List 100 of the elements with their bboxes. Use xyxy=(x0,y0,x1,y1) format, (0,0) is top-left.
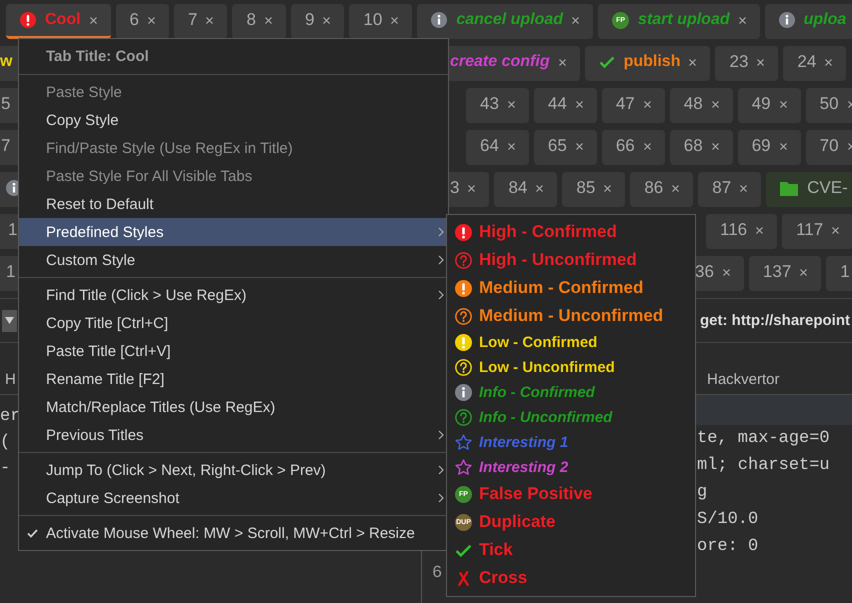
code-text: ( xyxy=(0,433,10,452)
menu-item[interactable]: Activate Mouse Wheel: MW > Scroll, MW+Ctrl > Resize xyxy=(19,519,448,547)
menu-item[interactable]: Tick xyxy=(447,536,695,564)
menu-item[interactable]: Low - Confirmed xyxy=(447,330,695,355)
tab[interactable]: 6 xyxy=(116,4,170,39)
folder-icon xyxy=(780,180,798,196)
close-icon[interactable] xyxy=(672,184,680,192)
menu-item[interactable]: Info - Confirmed xyxy=(447,380,695,405)
tab[interactable]: 23 xyxy=(715,46,778,81)
menu-item[interactable]: Cross xyxy=(447,564,695,592)
menu-item[interactable]: Match/Replace Titles (Use RegEx) xyxy=(19,393,448,421)
close-icon[interactable] xyxy=(536,184,544,192)
code-line: S/10.0 xyxy=(697,510,758,529)
tab[interactable]: 10 xyxy=(349,4,412,39)
tab[interactable]: 1 xyxy=(826,256,852,291)
code-line: ml; charset=u xyxy=(697,456,830,475)
menu-item[interactable]: Info - Unconfirmed xyxy=(447,405,695,430)
info-icon xyxy=(431,12,448,28)
close-icon[interactable] xyxy=(572,16,580,24)
tab[interactable]: 47 xyxy=(602,88,665,123)
menu-item[interactable]: High - Confirmed xyxy=(447,218,695,246)
menu-item[interactable]: Paste Title [Ctrl+V] xyxy=(19,337,448,365)
menu-item[interactable]: Interesting 1 xyxy=(447,430,695,455)
menu-item[interactable]: Jump To (Click > Next, Right-Click > Prev) xyxy=(19,456,448,484)
close-icon[interactable] xyxy=(576,100,583,108)
menu-item[interactable]: Copy Title [Ctrl+C] xyxy=(19,309,448,337)
close-icon[interactable] xyxy=(206,16,214,24)
tab[interactable]: 87 xyxy=(698,172,762,207)
tab[interactable]: 43 xyxy=(466,88,529,123)
dropdown-button[interactable] xyxy=(2,310,17,332)
tab[interactable]: 50 xyxy=(806,88,852,123)
tab[interactable]: 24 xyxy=(783,46,846,81)
tab[interactable]: 116 xyxy=(706,214,778,249)
tab[interactable]: 8 xyxy=(232,4,286,39)
editor-tab[interactable]: Hackvertor xyxy=(707,371,780,388)
tab[interactable]: 44 xyxy=(534,88,597,123)
code-line: g xyxy=(697,483,708,502)
info-icon xyxy=(455,384,472,401)
close-icon[interactable] xyxy=(90,16,97,24)
close-icon[interactable] xyxy=(712,100,719,108)
tab[interactable]: publish xyxy=(584,46,710,81)
close-icon[interactable] xyxy=(508,142,515,150)
star-icon xyxy=(455,434,472,451)
tab[interactable]: 84 xyxy=(494,172,558,207)
close-icon[interactable] xyxy=(740,184,748,192)
tab[interactable]: 68 xyxy=(670,130,733,165)
target-label: get: http://sharepoint xyxy=(700,312,850,329)
menu-item[interactable]: Capture Screenshot xyxy=(19,484,448,512)
menu-item[interactable]: Predefined Styles xyxy=(19,218,448,246)
tab[interactable]: 117 xyxy=(782,214,852,249)
tab[interactable]: 7 xyxy=(174,4,228,39)
tab[interactable]: Cool xyxy=(6,4,111,39)
menu-item[interactable]: Copy Style xyxy=(19,106,448,134)
close-icon[interactable] xyxy=(148,16,156,24)
close-icon[interactable] xyxy=(832,226,840,234)
close-icon[interactable] xyxy=(644,142,651,150)
close-icon[interactable] xyxy=(576,142,583,150)
close-icon[interactable] xyxy=(738,16,746,24)
menu-item[interactable]: Interesting 2 xyxy=(447,455,695,480)
menu-item[interactable]: Low - Unconfirmed xyxy=(447,355,695,380)
close-icon[interactable] xyxy=(757,58,764,66)
close-icon[interactable] xyxy=(323,16,330,24)
close-icon[interactable] xyxy=(558,58,566,66)
tab[interactable]: uploa xyxy=(764,4,852,39)
caret-icon xyxy=(5,317,14,324)
close-icon[interactable] xyxy=(800,268,808,276)
tab[interactable]: 65 xyxy=(534,130,597,165)
menu-item[interactable]: Find Title (Click > Use RegEx) xyxy=(19,281,448,309)
close-icon[interactable] xyxy=(780,142,787,150)
menu-item[interactable]: Custom Style xyxy=(19,246,448,274)
close-icon[interactable] xyxy=(604,184,612,192)
tab[interactable]: 85 xyxy=(562,172,626,207)
close-icon[interactable] xyxy=(712,142,719,150)
close-icon[interactable] xyxy=(825,58,832,66)
alert-icon xyxy=(20,12,36,28)
close-icon[interactable] xyxy=(508,100,515,108)
tab[interactable]: cancel upload xyxy=(417,4,594,39)
close-icon[interactable] xyxy=(391,16,398,24)
close-icon[interactable] xyxy=(756,226,764,234)
tab[interactable]: 86 xyxy=(630,172,694,207)
tab[interactable]: 70 xyxy=(806,130,852,165)
close-icon[interactable] xyxy=(780,100,787,108)
close-icon[interactable] xyxy=(722,268,730,276)
close-icon[interactable] xyxy=(468,184,476,192)
tab[interactable]: 66 xyxy=(602,130,665,165)
tab[interactable]: CVE- xyxy=(766,172,852,207)
menu-item[interactable]: Medium - Unconfirmed xyxy=(447,302,695,330)
close-icon[interactable] xyxy=(689,58,696,66)
star-icon xyxy=(455,459,472,476)
tab[interactable]: 64 xyxy=(466,130,529,165)
tab[interactable]: 137 xyxy=(748,256,822,291)
close-icon[interactable] xyxy=(264,16,272,24)
menu-item[interactable]: Rename Title [F2] xyxy=(19,365,448,393)
close-icon[interactable] xyxy=(644,100,651,108)
editor-tab[interactable]: H xyxy=(5,371,16,388)
menu-item[interactable]: Previous Titles xyxy=(19,421,448,449)
tab[interactable]: 49 xyxy=(738,88,801,123)
tab[interactable]: 48 xyxy=(670,88,733,123)
tab[interactable]: 69 xyxy=(738,130,801,165)
tab[interactable]: 9 xyxy=(290,4,344,39)
